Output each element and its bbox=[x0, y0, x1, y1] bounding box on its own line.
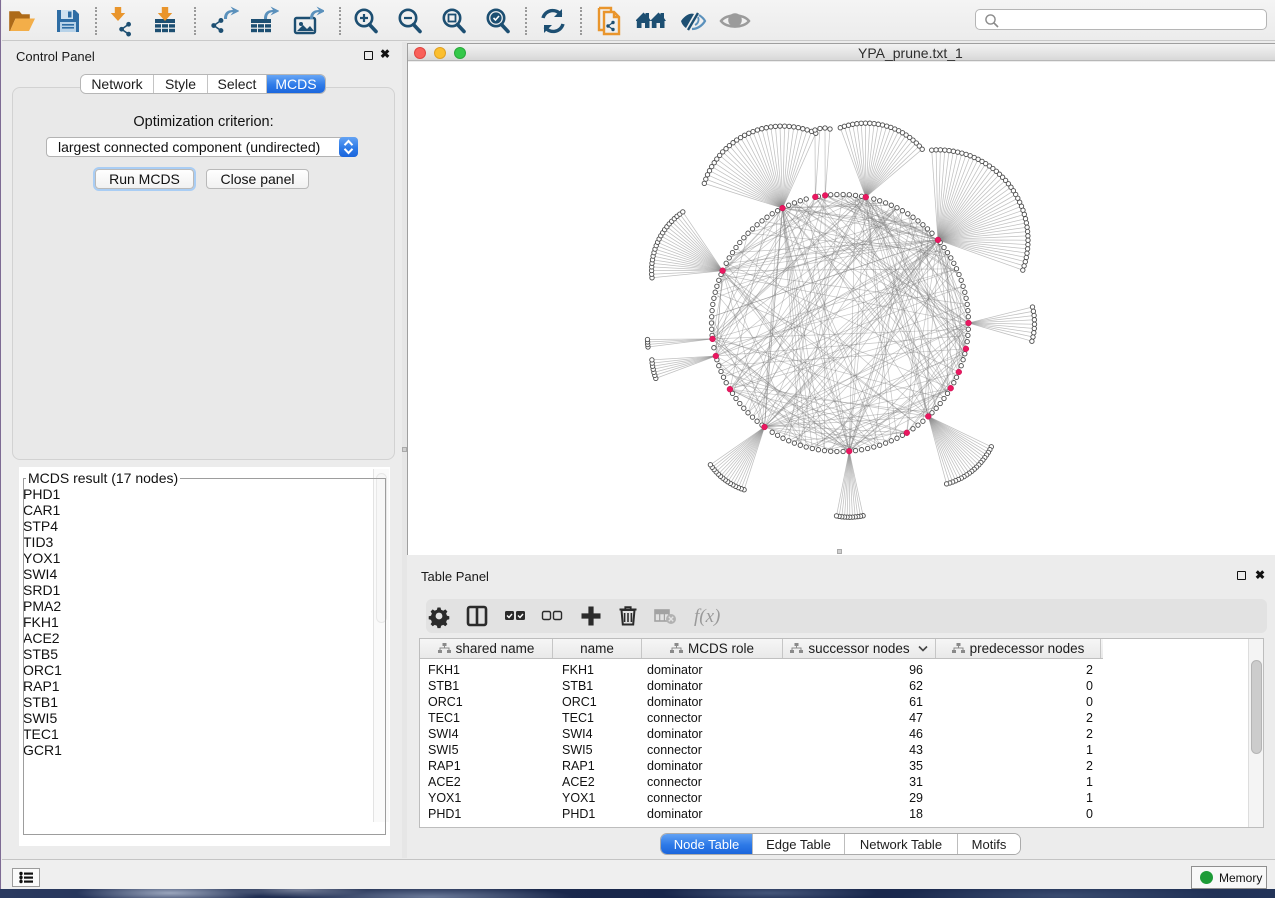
svg-text:f(x): f(x) bbox=[694, 606, 720, 627]
